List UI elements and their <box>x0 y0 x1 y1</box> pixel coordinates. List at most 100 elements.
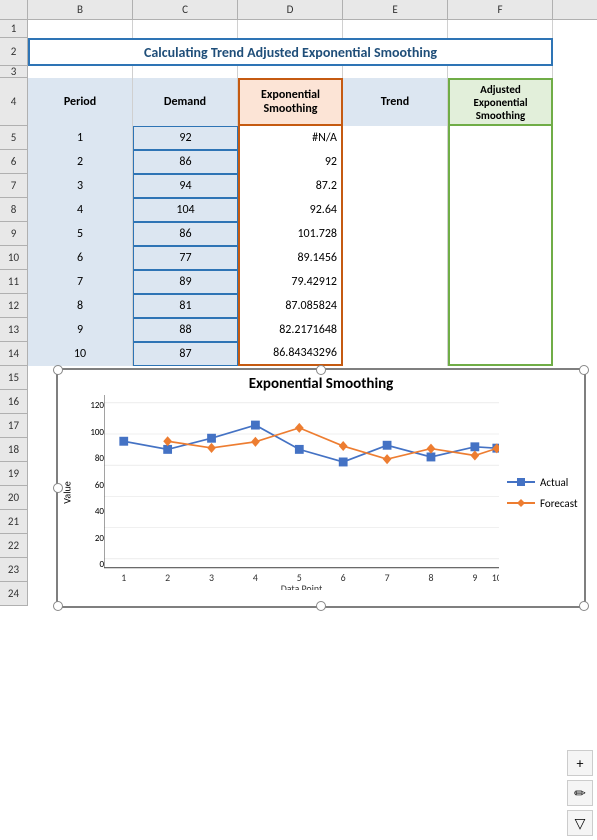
row-num-22: 22 <box>0 534 28 558</box>
actual-marker-2 <box>163 445 172 454</box>
row-num-12: 12 <box>0 294 28 318</box>
row-num-19: 19 <box>0 462 28 486</box>
cell-trend-1 <box>343 126 448 150</box>
actual-marker-8 <box>427 452 436 461</box>
table-row: 8 4 104 92.64 <box>0 198 597 222</box>
actual-marker-3 <box>207 434 216 443</box>
actual-marker-9 <box>470 442 479 451</box>
forecast-marker-2 <box>163 436 172 446</box>
col-header-d: D <box>238 0 343 19</box>
y-tick-0: 0 <box>76 559 104 570</box>
table-row: 12 8 81 87.085824 <box>0 294 597 318</box>
actual-marker-4 <box>251 421 260 430</box>
chart-handle-bl[interactable] <box>53 601 63 611</box>
row-num-4: 4 <box>0 78 28 126</box>
cell-e3 <box>343 66 448 78</box>
cell-c1 <box>133 20 238 38</box>
header-period: Period <box>28 78 133 126</box>
x-tick-6: 6 <box>341 572 346 584</box>
forecast-marker-4 <box>251 437 260 447</box>
forecast-marker-6 <box>339 441 348 451</box>
add-chart-element-button[interactable]: + <box>567 750 593 776</box>
table-row: 7 3 94 87.2 <box>0 174 597 198</box>
x-tick-7: 7 <box>385 572 390 584</box>
row-num-6: 6 <box>0 150 28 174</box>
x-tick-1: 1 <box>121 572 126 584</box>
x-tick-9: 9 <box>472 572 477 584</box>
spreadsheet-title: Calculating Trend Adjusted Exponential S… <box>28 38 553 66</box>
cell-c3 <box>133 66 238 78</box>
y-tick-120: 120 <box>76 400 104 411</box>
row-num-18: 18 <box>0 438 28 462</box>
actual-marker-5 <box>295 445 304 454</box>
cell-f1 <box>448 20 553 38</box>
table-row: 13 9 88 82.2171648 <box>0 318 597 342</box>
cell-f3 <box>448 66 553 78</box>
chart-sidebar: + ✏ ▽ <box>563 746 597 840</box>
col-header-f: F <box>448 0 553 19</box>
table-row: 10 6 77 89.1456 <box>0 246 597 270</box>
chart-filter-button[interactable]: ▽ <box>567 810 593 836</box>
cell-demand-2: 86 <box>133 150 238 174</box>
row-num-1: 1 <box>0 20 28 38</box>
x-tick-3: 3 <box>209 572 214 584</box>
actual-marker-6 <box>339 458 348 467</box>
legend-actual-icon <box>507 476 535 488</box>
chart-handle-tm[interactable] <box>316 365 326 375</box>
table-row: 5 1 92 #N/A <box>0 126 597 150</box>
chart-container: Exponential Smoothing Value 120 100 80 6… <box>56 368 586 608</box>
x-tick-4: 4 <box>253 572 258 584</box>
y-axis-label: Value <box>61 481 74 503</box>
chart-handle-tl[interactable] <box>53 365 63 375</box>
chart-handle-br[interactable] <box>579 601 589 611</box>
legend-forecast-icon <box>507 497 535 509</box>
row-num-14: 14 <box>0 342 28 366</box>
cell-e1 <box>343 20 448 38</box>
legend-forecast: Forecast <box>507 497 584 510</box>
row-num-3: 3 <box>0 66 28 78</box>
cell-demand-1: 92 <box>133 126 238 150</box>
cell-period-2: 2 <box>28 150 133 174</box>
cell-d1 <box>238 20 343 38</box>
table-row: 6 2 86 92 <box>0 150 597 174</box>
legend-actual-label: Actual <box>540 476 568 489</box>
cell-exp-2: 92 <box>238 150 343 174</box>
row-num-11: 11 <box>0 270 28 294</box>
row-num-24: 24 <box>0 582 28 606</box>
chart-handle-tr[interactable] <box>579 365 589 375</box>
row-num-21: 21 <box>0 510 28 534</box>
plus-icon: + <box>577 755 584 772</box>
cell-adj-1 <box>448 126 553 150</box>
filter-icon: ▽ <box>575 815 586 832</box>
cell-exp-1: #N/A <box>238 126 343 150</box>
chart-legend: Actual Forecast <box>499 395 584 590</box>
x-tick-8: 8 <box>428 572 433 584</box>
header-adj-smoothing: Adjusted Exponential Smoothing <box>448 78 553 126</box>
row-num-9: 9 <box>0 222 28 246</box>
row-num-23: 23 <box>0 558 28 582</box>
header-demand: Demand <box>133 78 238 126</box>
chart-handle-bm[interactable] <box>316 601 326 611</box>
forecast-marker-9 <box>470 450 479 460</box>
row-num-20: 20 <box>0 486 28 510</box>
chart-svg: 1 2 3 4 5 6 7 8 9 10 Data Point <box>104 395 499 590</box>
row-num-7: 7 <box>0 174 28 198</box>
brush-icon: ✏ <box>574 785 586 802</box>
spreadsheet: B C D E F 1 2 Calculating Trend Adjusted… <box>0 0 597 705</box>
col-header-e: E <box>343 0 448 19</box>
x-tick-10: 10 <box>492 572 499 584</box>
row-num-5: 5 <box>0 126 28 150</box>
cell-d3 <box>238 66 343 78</box>
table-row: 14 10 87 86.84343296 <box>0 342 597 366</box>
legend-forecast-label: Forecast <box>540 497 578 510</box>
row-num-2: 2 <box>0 38 28 66</box>
chart-styles-button[interactable]: ✏ <box>567 780 593 806</box>
x-tick-2: 2 <box>165 572 170 584</box>
y-tick-100: 100 <box>76 427 104 438</box>
table-row: 9 5 86 101.728 <box>0 222 597 246</box>
forecast-marker-7 <box>383 454 392 464</box>
row-num-17: 17 <box>0 414 28 438</box>
cell-adj-2 <box>448 150 553 174</box>
actual-marker-1 <box>119 437 128 446</box>
row-num-13: 13 <box>0 318 28 342</box>
